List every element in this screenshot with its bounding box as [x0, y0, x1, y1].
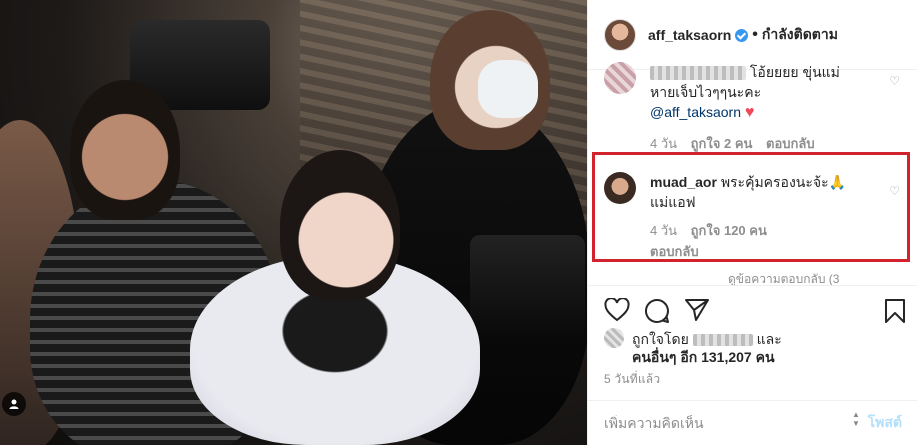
- post-actions-bar: [588, 285, 917, 331]
- comment-body: muad_aor พระคุ้มครองนะจ้ะ🙏 แม่แอฟ: [650, 172, 904, 212]
- commenter-username[interactable]: muad_aor: [650, 174, 717, 190]
- comment-meta: 4 วัน ถูกใจ 2 คน ตอบกลับ: [650, 133, 904, 154]
- separator-dot: •: [752, 25, 758, 43]
- like-comment-heart-icon[interactable]: ♡: [889, 184, 900, 198]
- comment-text-line2: หายเจ็บไวๆๆนะคะ: [650, 84, 762, 100]
- liked-by-prefix: ถูกใจโดย: [632, 331, 689, 347]
- reply-button[interactable]: ตอบกลับ: [766, 136, 815, 151]
- view-replies-link[interactable]: ดูข้อความตอบกลับ (3: [728, 270, 839, 285]
- liker-avatar[interactable]: [604, 328, 624, 348]
- like-heart-icon[interactable]: [604, 298, 630, 322]
- save-bookmark-icon[interactable]: [884, 298, 906, 324]
- comment-text: พระคุ้มครองนะจ้ะ🙏: [720, 174, 847, 190]
- red-heart-emoji-icon: ♥: [744, 104, 755, 121]
- reply-button[interactable]: ตอบกลับ: [650, 244, 699, 259]
- author-username[interactable]: aff_taksaorn: [648, 27, 731, 43]
- post-side-panel: aff_taksaorn • กำลังติดตาม โอ้ยยยย ขุ่นแ…: [587, 0, 917, 445]
- comment-item: โอ้ยยยย ขุ่นแม่ หายเจ็บไวๆๆนะคะ @aff_tak…: [604, 62, 904, 154]
- like-comment-heart-icon[interactable]: ♡: [889, 74, 900, 88]
- post-photo[interactable]: [0, 0, 587, 445]
- comment-bubble-icon[interactable]: [644, 298, 670, 324]
- comments-list[interactable]: โอ้ยยยย ขุ่นแม่ หายเจ็บไวๆๆนะคะ @aff_tak…: [588, 60, 917, 285]
- liked-by-suffix: และ: [756, 331, 782, 347]
- comment-mention[interactable]: @aff_taksaorn: [650, 104, 741, 120]
- liked-by-others[interactable]: คนอื่นๆ อีก 131,207 คน: [632, 348, 904, 366]
- share-send-icon[interactable]: [684, 298, 710, 322]
- verified-badge-icon: [735, 29, 749, 42]
- commenter-avatar[interactable]: [604, 172, 636, 204]
- comment-time[interactable]: 4 วัน: [650, 136, 677, 151]
- comment-text: โอ้ยยยย ขุ่นแม่: [749, 64, 840, 80]
- author-avatar[interactable]: [604, 18, 636, 51]
- comment-text-line2: แม่แอฟ: [650, 194, 696, 210]
- commenter-avatar[interactable]: [604, 62, 636, 94]
- add-comment-bar: โพสต์: [588, 400, 917, 445]
- photo-person-center-head: [280, 150, 400, 300]
- blurred-liker-username[interactable]: [692, 334, 753, 347]
- comment-time[interactable]: 4 วัน: [650, 223, 677, 238]
- comment-meta: 4 วัน ถูกใจ 120 คน ตอบกลับ: [650, 220, 904, 262]
- photo-person-glasses-head: [70, 80, 180, 220]
- blurred-username[interactable]: [650, 66, 746, 81]
- photo-bag: [470, 235, 585, 335]
- following-button[interactable]: กำลังติดตาม: [762, 24, 838, 46]
- comment-likes[interactable]: ถูกใจ 120 คน: [691, 223, 767, 238]
- comment-body: โอ้ยยยย ขุ่นแม่ หายเจ็บไวๆๆนะคะ @aff_tak…: [650, 62, 904, 123]
- post-timestamp[interactable]: 5 วันที่แล้ว: [604, 370, 660, 389]
- photo-face-mask: [478, 60, 538, 118]
- tagged-users-icon[interactable]: [2, 392, 26, 416]
- comment-item-highlighted: muad_aor พระคุ้มครองนะจ้ะ🙏 แม่แอฟ 4 วัน …: [604, 172, 904, 262]
- post-comment-button[interactable]: โพสต์: [868, 412, 902, 434]
- comment-input[interactable]: [604, 415, 868, 431]
- liked-by-section: ถูกใจโดย และ คนอื่นๆ อีก 131,207 คน: [604, 328, 904, 366]
- liked-by-line: ถูกใจโดย และ: [632, 330, 904, 348]
- comment-likes[interactable]: ถูกใจ 2 คน: [691, 136, 753, 151]
- scroll-indicator-icon[interactable]: ▲ ▼: [852, 410, 862, 428]
